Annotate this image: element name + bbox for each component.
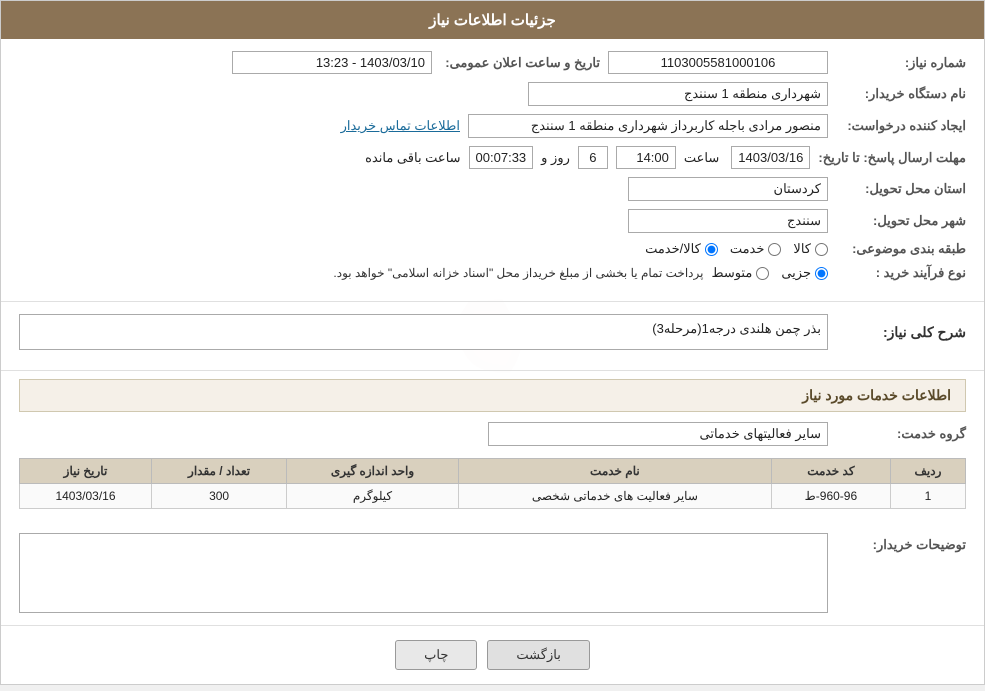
mohlat-baqi: 00:07:33 [469, 146, 534, 169]
grooh-value: سایر فعالیتهای خدماتی [488, 422, 828, 446]
radio-khedmat[interactable]: خدمت [730, 241, 782, 257]
shomare-niaz-value: 1103005581000106 [608, 51, 828, 74]
saat-label: ساعت [684, 150, 719, 166]
tabaghe-radio-group: کالا خدمت کالا/خدمت [645, 241, 828, 257]
shomare-niaz-label: شماره نیاز: [836, 55, 966, 71]
col-tarikh: تاریخ نیاز [20, 459, 152, 484]
mohlat-date: 1403/03/16 [731, 146, 810, 169]
ijad-kannande-label: ایجاد کننده درخواست: [836, 118, 966, 134]
grooh-label: گروه خدمت: [836, 426, 966, 442]
radio-kala[interactable]: کالا [793, 241, 828, 257]
col-tedad: تعداد / مقدار [151, 459, 286, 484]
noe-faraind-label: نوع فرآیند خرید : [836, 265, 966, 281]
mohlat-label: مهلت ارسال پاسخ: تا تاریخ: [818, 150, 966, 166]
khadamat-table: ردیف کد خدمت نام خدمت واحد اندازه گیری ت… [19, 458, 966, 509]
back-button[interactable]: بازگشت [487, 640, 589, 670]
table-row: 1 960-96-ط سایر فعالیت های خدماتی شخصی ک… [20, 484, 966, 509]
rooz-label: روز و [541, 150, 570, 166]
nam-dastgah-value: شهرداری منطقه 1 سنندج [528, 82, 828, 106]
page-title: جزئیات اطلاعات نیاز [1, 1, 984, 39]
khadamat-section-title: اطلاعات خدمات مورد نیاز [19, 379, 966, 412]
sharh-value: بذر چمن هلندی درجه1(مرحله3) [19, 314, 828, 350]
col-kod-khedmat: کد خدمت [771, 459, 890, 484]
tarikh-label: تاریخ و ساعت اعلان عمومی: [440, 55, 600, 71]
cell-tedad: 300 [151, 484, 286, 509]
cell-radif: 1 [890, 484, 965, 509]
noe-faraind-radio-group: جزیی متوسط [711, 265, 828, 281]
ostan-value: کردستان [628, 177, 828, 201]
ettelaat-tamas-link[interactable]: اطلاعات تماس خریدار [341, 118, 460, 134]
tozihat-input[interactable] [19, 533, 828, 613]
baghimanda-label: ساعت باقی مانده [365, 150, 460, 166]
sharh-section-title: شرح کلی نیاز: [836, 324, 966, 341]
mohlat-saat: 14:00 [616, 146, 676, 169]
cell-kod-khedmat: 960-96-ط [771, 484, 890, 509]
shahr-value: سنندج [628, 209, 828, 233]
button-row: بازگشت چاپ [1, 626, 984, 684]
col-vahed: واحد اندازه گیری [287, 459, 459, 484]
shahr-label: شهر محل تحویل: [836, 213, 966, 229]
noe-faraind-note: پرداخت تمام یا بخشی از مبلغ خریداز محل "… [333, 266, 703, 280]
ostan-label: استان محل تحویل: [836, 181, 966, 197]
cell-tarikh: 1403/03/16 [20, 484, 152, 509]
cell-nam-khedmat: سایر فعالیت های خدماتی شخصی [458, 484, 771, 509]
ijad-kannande-value: منصور مرادی باجله کاربرداز شهرداری منطقه… [468, 114, 828, 138]
tabaghe-label: طبقه بندی موضوعی: [836, 241, 966, 257]
tarikh-value: 1403/03/10 - 13:23 [232, 51, 432, 74]
radio-kala-khedmat[interactable]: کالا/خدمت [645, 241, 718, 257]
col-nam-khedmat: نام خدمت [458, 459, 771, 484]
mohlat-roz: 6 [578, 146, 608, 169]
cell-vahed: کیلوگرم [287, 484, 459, 509]
tozihat-label: توضیحات خریدار: [836, 533, 966, 553]
radio-jozi[interactable]: جزیی [781, 265, 828, 281]
print-button[interactable]: چاپ [395, 640, 477, 670]
col-radif: ردیف [890, 459, 965, 484]
nam-dastgah-label: نام دستگاه خریدار: [836, 86, 966, 102]
radio-mottavaset[interactable]: متوسط [711, 265, 769, 281]
